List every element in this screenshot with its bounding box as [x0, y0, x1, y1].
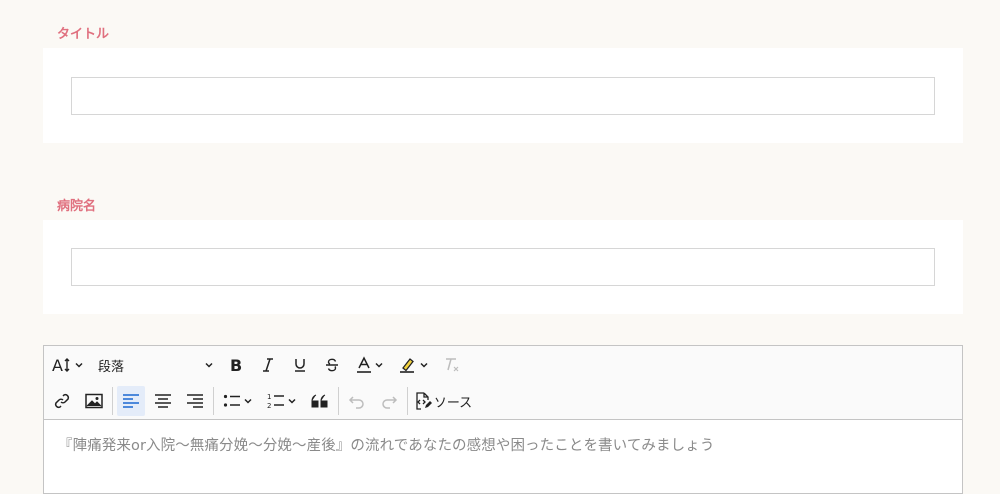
align-left-button[interactable] [117, 386, 145, 416]
font-size-button[interactable]: A [48, 350, 88, 380]
undo-button[interactable] [343, 386, 371, 416]
toolbar-separator [338, 387, 339, 415]
image-button[interactable] [80, 386, 108, 416]
remove-format-icon [443, 356, 461, 374]
redo-button[interactable] [375, 386, 403, 416]
toolbar-row-1: A 段落 B [44, 348, 962, 382]
svg-text:1: 1 [267, 393, 271, 401]
svg-text:B: B [230, 357, 242, 373]
font-color-button[interactable] [350, 350, 390, 380]
toolbar-separator [112, 387, 113, 415]
numbered-list-icon: 12 [267, 392, 285, 410]
bulleted-list-button[interactable] [218, 386, 258, 416]
align-right-icon [186, 393, 204, 409]
chevron-down-icon [374, 360, 384, 370]
blockquote-button[interactable] [306, 386, 334, 416]
chevron-down-icon [287, 396, 297, 406]
toolbar-separator [213, 387, 214, 415]
highlight-icon [399, 356, 417, 374]
title-input[interactable] [71, 77, 935, 115]
highlight-button[interactable] [394, 350, 434, 380]
chevron-down-icon [204, 360, 214, 370]
align-right-button[interactable] [181, 386, 209, 416]
editor-content-placeholder[interactable]: 『陣痛発来or入院〜無痛分娩〜分娩〜産後』の流れであなたの感想や困ったことを書い… [58, 434, 714, 455]
chevron-down-icon [419, 360, 429, 370]
source-label: ソース [433, 395, 473, 411]
hospital-input[interactable] [71, 248, 935, 286]
bulleted-list-icon [223, 393, 241, 409]
strikethrough-icon [324, 357, 340, 373]
font-color-icon [356, 356, 372, 374]
editor-toolbar: A 段落 B 1 2 ソース [44, 346, 962, 420]
align-center-icon [154, 393, 172, 409]
toolbar-row-2: 12 ソース [44, 384, 962, 418]
svg-text:2: 2 [267, 402, 271, 410]
strikethrough-button[interactable] [318, 350, 346, 380]
remove-format-button[interactable] [438, 350, 466, 380]
chevron-down-icon [243, 396, 253, 406]
toolbar-separator [407, 387, 408, 415]
blockquote-icon [311, 393, 329, 409]
italic-icon [260, 357, 276, 373]
source-icon [414, 392, 432, 410]
rich-text-editor: A 段落 B 1 2 ソース 『陣痛発来or入院〜無痛分娩〜分娩〜産後』の流れで… [43, 345, 963, 494]
title-card [43, 48, 963, 143]
hospital-card [43, 220, 963, 314]
hospital-label: 病院名 [57, 199, 97, 214]
paragraph-select-label: 段落 [98, 359, 125, 375]
paragraph-select[interactable]: 段落 [92, 350, 218, 380]
numbered-list-button[interactable]: 12 [262, 386, 302, 416]
link-icon [53, 392, 71, 410]
align-left-icon [122, 393, 140, 409]
underline-icon [292, 357, 308, 373]
align-center-button[interactable] [149, 386, 177, 416]
redo-icon [380, 393, 398, 409]
svg-text:A: A [52, 356, 63, 374]
underline-button[interactable] [286, 350, 314, 380]
bold-icon: B [228, 357, 244, 373]
chevron-down-icon [74, 360, 84, 370]
italic-button[interactable] [254, 350, 282, 380]
undo-icon [348, 393, 366, 409]
link-button[interactable] [48, 386, 76, 416]
bold-button[interactable]: B [222, 350, 250, 380]
source-button[interactable]: ソース [412, 386, 474, 416]
title-label: タイトル [57, 27, 110, 42]
font-size-icon: A [52, 356, 72, 374]
image-icon [85, 393, 103, 409]
